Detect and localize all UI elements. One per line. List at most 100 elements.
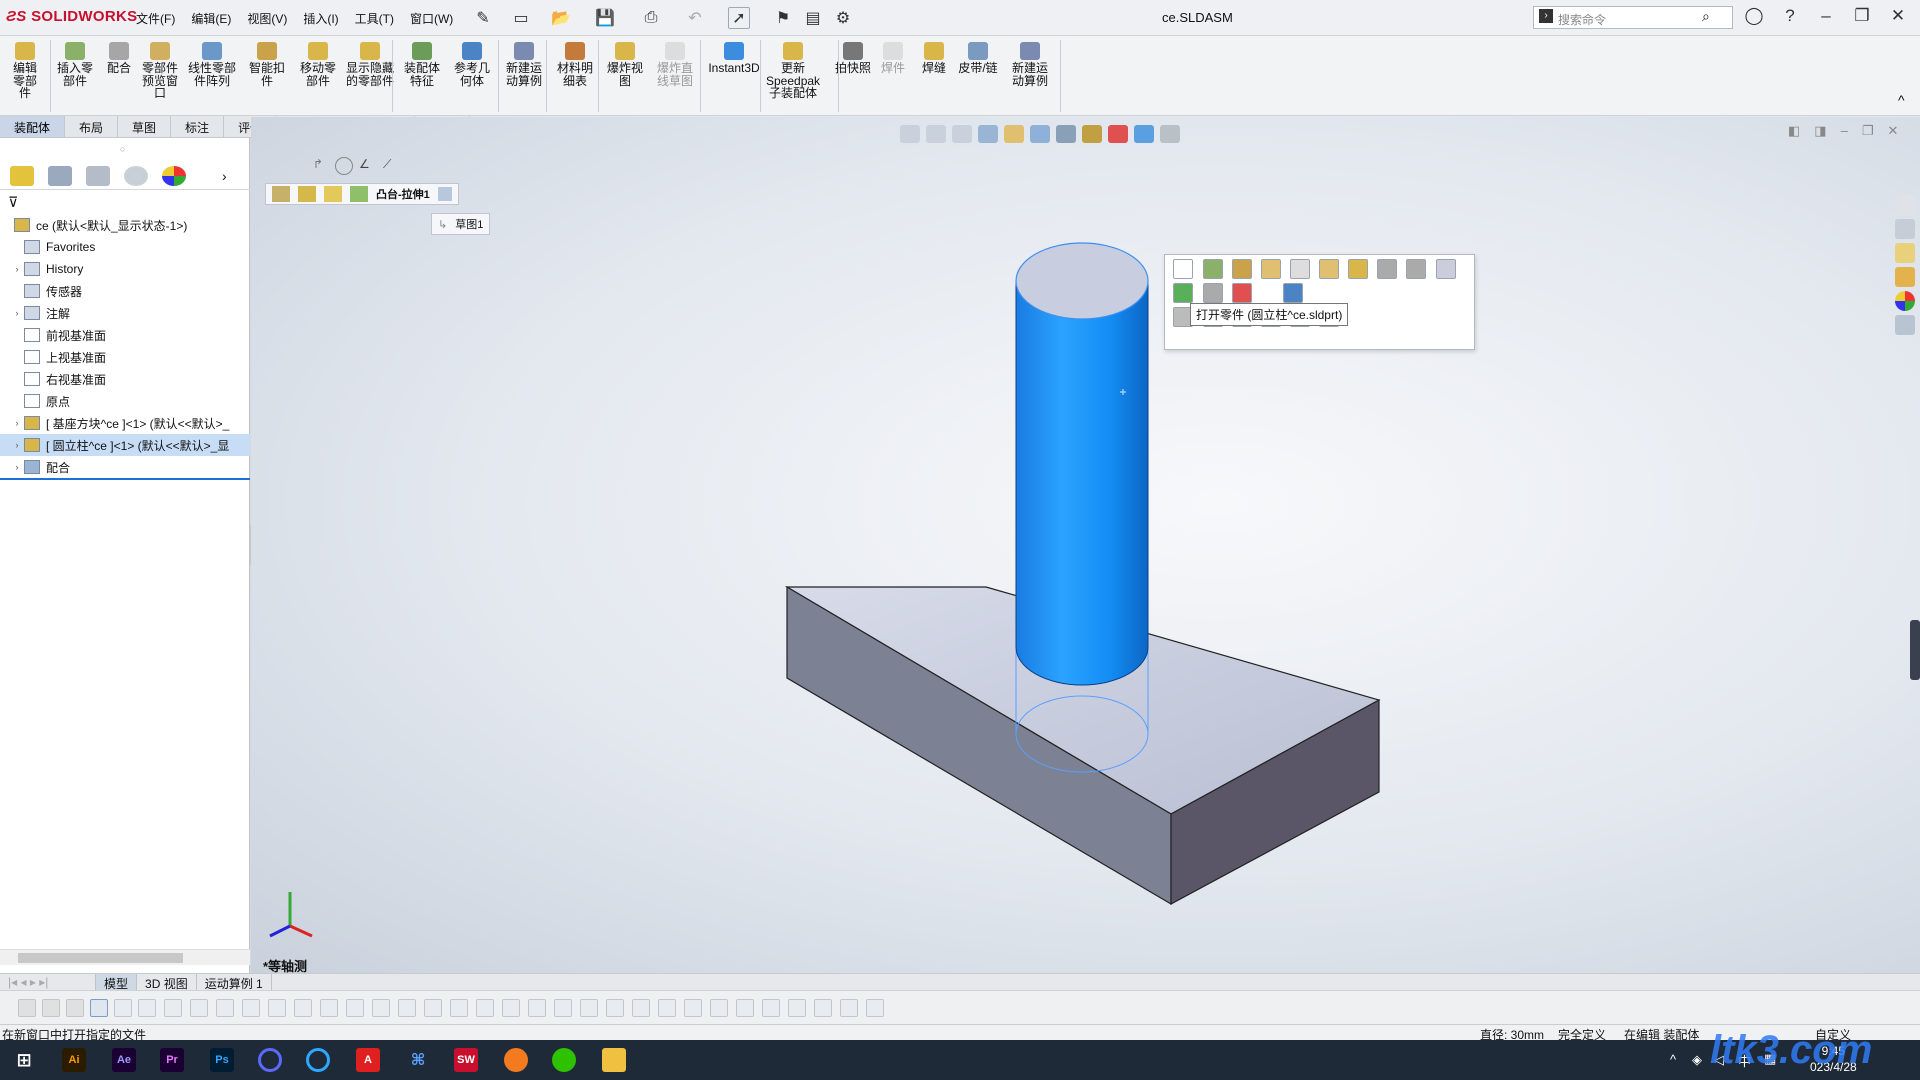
tree-item[interactable]: › 注解 [0, 302, 250, 324]
graphics-viewport[interactable] [251, 117, 1920, 973]
ribbon-button-12[interactable]: 爆炸视图 [604, 42, 646, 87]
tree-item[interactable]: Favorites [0, 236, 250, 258]
layer-icon[interactable] [814, 999, 832, 1017]
extrude-icon[interactable] [350, 186, 368, 202]
breadcrumb-angle-icon[interactable]: ∠ [359, 157, 377, 175]
appearances-icon[interactable] [1895, 291, 1915, 311]
surface-finish-icon[interactable] [658, 999, 676, 1017]
mate-ctx-icon[interactable] [1377, 259, 1397, 279]
edit-sketch-icon[interactable] [1232, 259, 1252, 279]
component-properties-icon[interactable] [1436, 259, 1456, 279]
table-icon[interactable] [788, 999, 806, 1017]
filter-icon[interactable]: ⊽ [8, 194, 18, 211]
tab-motion-study[interactable]: 运动算例 1 [197, 974, 272, 991]
search-icon[interactable]: ⌕ [1702, 8, 1710, 25]
circle-icon[interactable] [424, 999, 442, 1017]
centerline-icon[interactable] [762, 999, 780, 1017]
ribbon-button-3[interactable]: 零部件预览窗口 [138, 42, 182, 100]
hide-icon[interactable] [1290, 259, 1310, 279]
ribbon-button-19[interactable]: 皮带/链 [954, 42, 1002, 75]
scrollbar-thumb[interactable] [18, 953, 183, 963]
display-manager-tab-icon[interactable] [162, 165, 186, 186]
angle-icon[interactable] [502, 999, 520, 1017]
edge-icon[interactable] [346, 999, 364, 1017]
edit-appearance-icon[interactable] [1108, 125, 1128, 143]
browser-icon[interactable] [306, 1048, 330, 1072]
file-properties-icon[interactable]: ▤ [802, 7, 824, 29]
axis-icon[interactable] [294, 999, 312, 1017]
dynamic-annotation-icon[interactable] [1004, 125, 1024, 143]
ribbon-button-4[interactable]: 线性零部件阵列 [188, 42, 236, 87]
cinema4d-icon[interactable] [258, 1048, 282, 1072]
tree-item[interactable]: 原点 [0, 390, 250, 412]
file-explorer-taskbar-icon[interactable] [602, 1048, 626, 1072]
viewport-minimize-icon[interactable]: – [1841, 123, 1848, 139]
point-icon[interactable] [138, 999, 156, 1017]
tree-expander-icon[interactable]: › [12, 264, 22, 274]
previous-view-icon[interactable] [952, 125, 972, 143]
firefox-icon[interactable] [504, 1048, 528, 1072]
vertex-icon[interactable] [398, 999, 416, 1017]
print-icon[interactable]: ⎙ [640, 7, 662, 29]
tree-item[interactable]: 上视基准面 [0, 346, 250, 368]
tab-0[interactable]: 装配体 [0, 116, 66, 137]
menu-view[interactable]: 视图(V) [247, 10, 287, 27]
tree-item[interactable]: › [ 基座方块^ce ]<1> (默认<<默认>_ [0, 412, 250, 434]
tray-chevron-icon[interactable]: ^ [1670, 1052, 1676, 1067]
pin-icon[interactable]: ✎ [472, 7, 494, 29]
panel-handle-icon[interactable]: ○ [120, 144, 125, 154]
breadcrumb-line-icon[interactable]: ⟋ [383, 157, 401, 175]
search-mode-icon[interactable]: › [1539, 9, 1553, 23]
ribbon-button-20[interactable]: 新建运动算例 [1008, 42, 1052, 87]
body-icon[interactable] [324, 186, 342, 202]
zoom-to-fit-icon[interactable] [900, 125, 920, 143]
tab-3d-views[interactable]: 3D 视图 [137, 974, 197, 991]
view-settings-icon[interactable] [1160, 125, 1180, 143]
rebuild-ctx-icon[interactable] [1173, 283, 1193, 303]
viewport-prev-icon[interactable]: ◧ [1788, 123, 1800, 139]
plane-ctx-icon[interactable] [268, 999, 286, 1017]
rectangle-icon[interactable] [190, 999, 208, 1017]
ribbon-button-7[interactable]: 显示隐藏的零部件 [346, 42, 394, 87]
custom-properties-icon[interactable] [1895, 315, 1915, 335]
ribbon-button-11[interactable]: 材料明细表 [552, 42, 598, 87]
section-view-icon[interactable] [978, 125, 998, 143]
home-icon[interactable] [1895, 195, 1915, 215]
ribbon-button-18[interactable]: 焊缝 [914, 42, 954, 75]
tree-expander-icon[interactable]: › [12, 440, 22, 450]
ribbon-button-13[interactable]: 爆炸直线草图 [652, 42, 698, 87]
zoom-area-icon[interactable] [926, 125, 946, 143]
magnet-icon[interactable] [840, 999, 858, 1017]
breadcrumb-sketch[interactable]: ↳ 草图1 [431, 213, 491, 235]
chevron-right-icon[interactable]: › [222, 168, 227, 184]
feature-tree-tab-icon[interactable] [10, 165, 34, 186]
minimize-button[interactable]: – [1814, 6, 1838, 26]
viewport-close-icon[interactable]: ✕ [1887, 123, 1898, 139]
menu-file[interactable]: 文件(F) [136, 10, 175, 27]
isolate-icon[interactable] [1319, 259, 1339, 279]
text-icon[interactable] [606, 999, 624, 1017]
network-app-icon[interactable]: ⌘ [406, 1048, 430, 1072]
ribbon-button-2[interactable]: 配合 [104, 42, 134, 75]
illustrator-icon[interactable]: Ai [62, 1048, 86, 1072]
configuration-tab-icon[interactable] [86, 165, 110, 186]
select-pointer-icon[interactable]: ➚ [728, 7, 750, 29]
options-gear-icon[interactable]: ⚙ [832, 7, 854, 29]
tree-item[interactable]: 传感器 [0, 280, 250, 302]
tab-model[interactable]: 模型 [96, 974, 138, 991]
origin-sketch-icon[interactable] [320, 999, 338, 1017]
mirror-icon[interactable] [866, 999, 884, 1017]
ribbon-button-14[interactable]: Instant3D [706, 42, 762, 75]
corner-icon[interactable] [372, 999, 390, 1017]
horizontal-scrollbar[interactable] [0, 949, 250, 965]
tree-item[interactable]: 前视基准面 [0, 324, 250, 346]
breadcrumb-circle-icon[interactable] [335, 157, 353, 175]
change-transparency-icon[interactable] [1348, 259, 1368, 279]
sketch-square-icon[interactable] [437, 187, 452, 201]
datum-icon[interactable] [632, 999, 650, 1017]
photoshop-icon[interactable]: Ps [210, 1048, 234, 1072]
rebuild-icon[interactable]: ⚑ [772, 7, 794, 29]
menu-insert[interactable]: 插入(I) [303, 10, 338, 27]
menu-window[interactable]: 窗口(W) [410, 10, 453, 27]
tray-network-icon[interactable]: ◈ [1692, 1052, 1702, 1068]
